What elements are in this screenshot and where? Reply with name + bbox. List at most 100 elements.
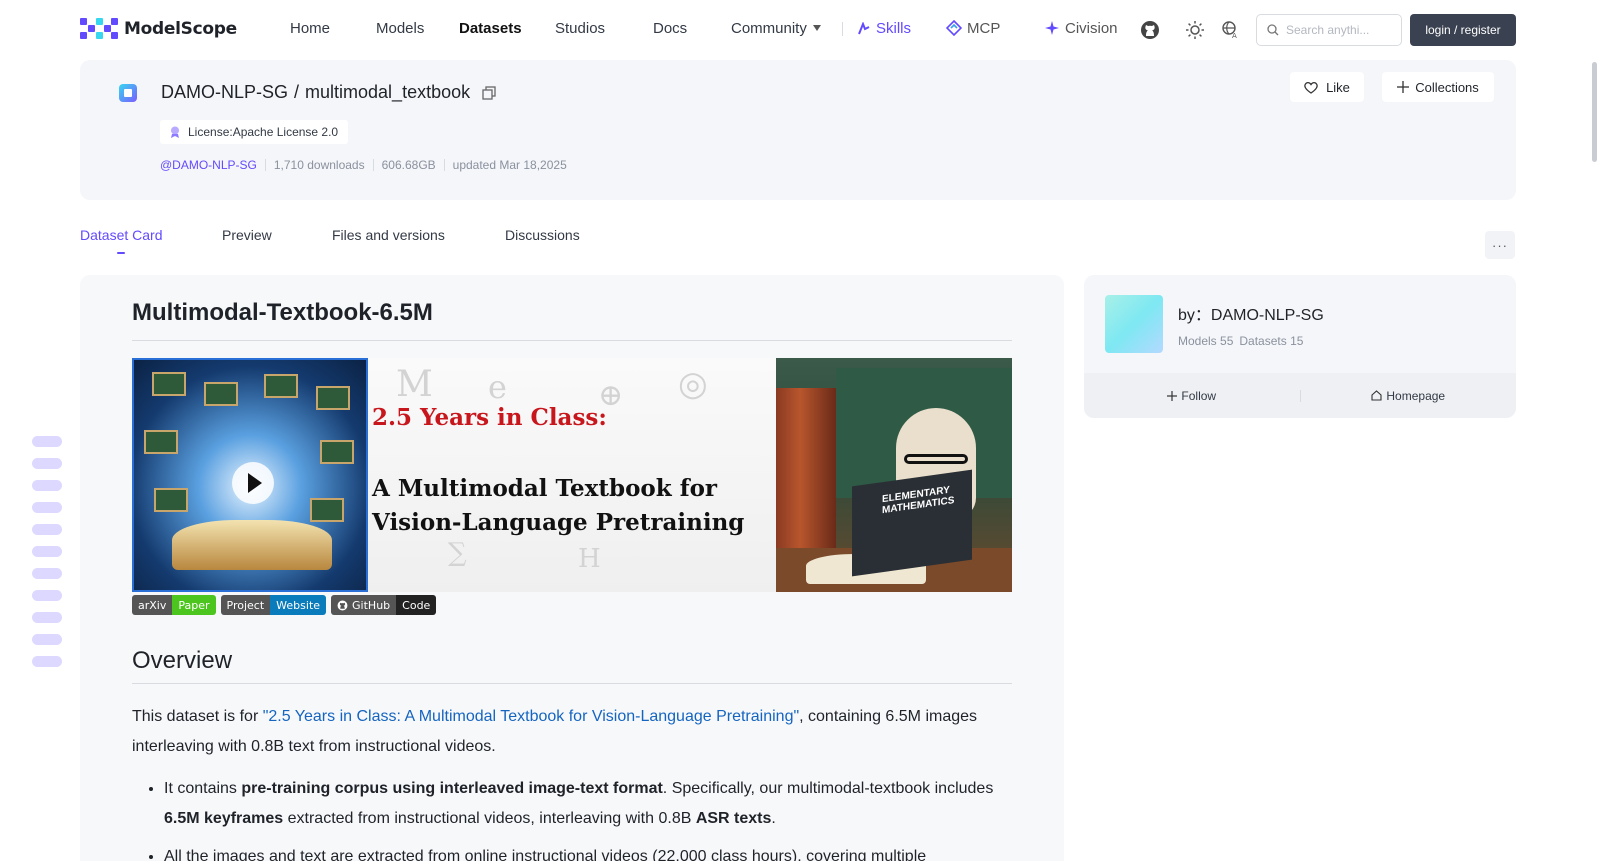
skills-icon [858,22,870,35]
modelscope-logo[interactable]: ModelScope [80,18,237,40]
chevron-down-icon [812,25,821,31]
github-badge-left: GitHub [331,595,397,615]
nav-mcp-label: MCP [967,20,1001,37]
search-box[interactable] [1256,14,1402,46]
license-tag[interactable]: License:Apache License 2.0 [160,120,349,144]
login-register-button[interactable]: login / register [1410,14,1516,46]
nav-community-label: Community [731,20,807,37]
collections-label: Collections [1415,79,1479,95]
nav-datasets[interactable]: Datasets [459,20,522,37]
like-label: Like [1326,79,1350,95]
follow-label: Follow [1181,388,1217,403]
banner-line1: 2.5 Years in Class: [372,404,607,431]
open-book-illustration [172,520,332,570]
banner-title-panel: M e ⊕ ◎ ∑ H 2.5 Years in Class: A Multim… [368,358,776,592]
video-thumbnail[interactable] [132,358,368,592]
meta-divider [372,159,374,171]
active-tab-indicator [117,252,125,254]
toc-item[interactable] [32,612,62,623]
toc-item[interactable] [32,634,62,645]
sparkle-icon [1045,21,1059,35]
project-website-badge[interactable]: Project Website [220,595,327,615]
copy-icon[interactable] [482,85,496,100]
toc-item[interactable] [32,590,62,601]
badge-right-label: Paper [172,595,216,615]
homepage-button[interactable]: Homepage [1301,389,1517,403]
arxiv-paper-badge[interactable]: arXiv Paper [132,595,216,615]
tab-preview[interactable]: Preview [222,227,272,243]
overview-text-pre: This dataset is for [132,708,263,725]
author-actions: Follow Homepage [1084,373,1516,418]
models-count[interactable]: Models 55 [1178,334,1233,348]
toc-item[interactable] [32,436,62,447]
more-options-button[interactable]: ··· [1485,231,1515,259]
collections-button[interactable]: Collections [1382,72,1494,102]
org-handle-link[interactable]: @DAMO-NLP-SG [160,158,257,172]
nav-docs[interactable]: Docs [653,20,687,37]
search-input[interactable] [1286,23,1386,37]
author-name[interactable]: by：DAMO-NLP-SG [1178,301,1324,325]
downloads-count: 1,710 downloads [273,158,365,172]
paper-link[interactable]: "2.5 Years in Class: A Multimodal Textbo… [263,708,799,725]
meta-divider [264,159,266,171]
nav-civision-label: Civision [1065,20,1118,37]
home-icon [1371,390,1382,401]
list-text: . Specifically, our multimodal-textbook … [662,780,994,797]
badge-right-label: Code [396,595,437,615]
avatar[interactable] [1105,295,1163,353]
toc-item[interactable] [32,656,62,667]
meta-divider [443,159,445,171]
github-icon [337,600,348,610]
list-text: It contains [164,780,242,797]
license-icon [171,126,179,138]
dataset-name: multimodal_textbook [305,82,471,102]
overview-paragraph: This dataset is for "2.5 Years in Class:… [132,702,1012,762]
toc-item[interactable] [32,502,62,513]
markdown-body: Multimodal-Textbook-6.5M M e ⊕ ◎ ∑ H 2.5… [132,299,1012,861]
dataset-size: 606.68GB [381,158,436,172]
overview-list: It contains pre-training corpus using in… [132,774,1012,861]
nav-studios[interactable]: Studios [555,20,605,37]
toc-item[interactable] [32,458,62,469]
tab-dataset-card[interactable]: Dataset Card [80,227,162,243]
like-button[interactable]: Like [1290,72,1364,102]
nav-community[interactable]: Community [731,20,821,37]
nav-models[interactable]: Models [376,20,424,37]
nav-home[interactable]: Home [290,20,330,37]
nav-mcp[interactable]: MCP [946,20,1000,37]
page-scrollbar[interactable] [1592,62,1597,162]
play-icon[interactable] [232,462,274,504]
list-text: . [771,810,776,827]
nav-skills-label: Skills [876,20,912,37]
logo-mark-icon [80,18,118,40]
mcp-icon [946,20,962,36]
nav-skills[interactable]: Skills [857,20,911,37]
banner-line2: A Multimodal Textbook for [372,475,718,502]
github-icon[interactable] [1140,20,1160,40]
updated-date: updated Mar 18,2025 [452,158,567,172]
datasets-count[interactable]: Datasets 15 [1239,334,1303,348]
license-text: License:Apache License 2.0 [188,125,339,139]
plus-icon [1167,390,1178,401]
tab-discussions[interactable]: Discussions [505,227,580,243]
toc-item[interactable] [32,546,62,557]
toc-item[interactable] [32,524,62,535]
dataset-org[interactable]: DAMO-NLP-SG [161,82,288,103]
card-title: Multimodal-Textbook-6.5M [132,299,1012,341]
toc-item[interactable] [32,568,62,579]
language-icon[interactable]: A [1221,20,1241,40]
list-bold-text: pre-training corpus using interleaved im… [241,780,663,797]
badge-left-label: GitHub [352,598,391,612]
follow-button[interactable]: Follow [1084,389,1300,403]
github-code-badge[interactable]: GitHub Code [331,595,437,615]
search-icon [1267,24,1279,36]
overview-heading: Overview [132,647,1012,684]
dataset-title-slash: / [294,82,300,102]
top-navbar: ModelScope Home Models Datasets Studios … [0,0,1600,60]
list-bold-text: ASR texts [695,810,772,827]
tab-files-and-versions[interactable]: Files and versions [332,227,445,243]
nav-civision[interactable]: Civision [1044,20,1118,37]
theme-toggle-icon[interactable] [1185,20,1205,40]
toc-item[interactable] [32,480,62,491]
list-bold-text: 6.5M keyframes [164,810,284,827]
